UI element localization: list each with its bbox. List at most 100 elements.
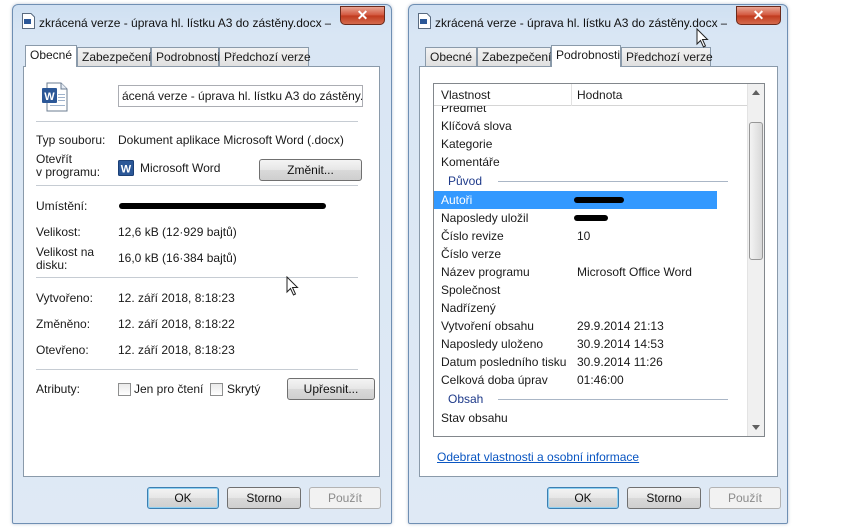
property-name: Číslo revize [441, 229, 504, 243]
property-group-label: Původ [448, 174, 483, 188]
property-name: Společnost [441, 283, 501, 297]
property-row[interactable]: Klíčová slova [434, 117, 748, 135]
scroll-up-icon[interactable] [752, 90, 760, 95]
property-value: Microsoft Office Word [577, 265, 692, 279]
tab-details[interactable]: Podrobnosti [551, 45, 621, 67]
apply-button[interactable]: Použít [709, 487, 781, 509]
cancel-button[interactable]: Storno [627, 487, 701, 509]
window-title: zkrácená verze - úprava hl. lístku A3 do… [435, 16, 727, 30]
svg-text:W: W [121, 164, 132, 176]
property-row[interactable]: Číslo verze [434, 245, 748, 263]
apply-button[interactable]: Použít [309, 487, 381, 509]
properties-list[interactable]: Vlastnost Hodnota Předmět Klíčová slova Ka… [433, 83, 765, 437]
property-value: 30.9.2014 11:26 [577, 355, 663, 369]
file-type-label: Typ souboru: [36, 133, 106, 147]
title-bar[interactable]: zkrácená verze - úprava hl. lístku A3 do… [13, 5, 391, 35]
hidden-label[interactable]: Skrytý [227, 383, 260, 396]
property-name: Vytvoření obsahu [441, 319, 534, 333]
modified-value: 12. září 2018, 8:18:22 [118, 317, 235, 331]
property-row[interactable]: Naposledy uloženo 30.9.2014 14:53 [434, 335, 748, 353]
property-row[interactable]: Autoři [434, 191, 717, 209]
divider [36, 277, 358, 278]
ok-button[interactable]: OK [147, 487, 219, 509]
scroll-down-icon[interactable] [752, 425, 760, 430]
column-header-property[interactable]: Vlastnost [436, 84, 572, 106]
property-group[interactable]: Obsah [434, 389, 748, 409]
word-app-icon: W [118, 160, 134, 176]
document-icon [22, 13, 35, 29]
property-row[interactable]: Datum posledního tisku 30.9.2014 11:26 [434, 353, 748, 371]
tab-previous-versions[interactable]: Předchozí verze [621, 47, 713, 67]
tab-security[interactable]: Zabezpečení [477, 47, 551, 67]
created-label: Vytvořeno: [36, 291, 93, 305]
close-button[interactable]: ✕ [340, 6, 385, 25]
property-row[interactable]: Vytvoření obsahu 29.9.2014 21:13 [434, 317, 748, 335]
advanced-button[interactable]: Upřesnit... [287, 378, 375, 400]
tab-general[interactable]: Obecné [25, 45, 77, 67]
properties-window-details: zkrácená verze - úprava hl. lístku A3 do… [408, 4, 788, 524]
tab-previous-versions[interactable]: Předchozí verze [219, 47, 311, 67]
close-button[interactable]: ✕ [736, 6, 781, 25]
property-name: Číslo verze [441, 247, 502, 261]
property-row[interactable]: Kategorie [434, 135, 748, 153]
properties-window-general: zkrácená verze - úprava hl. lístku A3 do… [12, 4, 392, 524]
property-name: Datum posledního tisku [441, 355, 567, 369]
window-title: zkrácená verze - úprava hl. lístku A3 do… [39, 16, 331, 30]
tab-security[interactable]: Zabezpečení [77, 47, 151, 67]
svg-text:W: W [44, 91, 55, 103]
readonly-label[interactable]: Jen pro čtení [134, 383, 203, 396]
vertical-scrollbar[interactable] [747, 84, 764, 436]
title-bar[interactable]: zkrácená verze - úprava hl. lístku A3 do… [409, 5, 787, 35]
ok-button[interactable]: OK [547, 487, 619, 509]
property-name: Stav obsahu [441, 411, 508, 425]
cancel-button[interactable]: Storno [227, 487, 301, 509]
opens-with-value: Microsoft Word [140, 161, 221, 175]
property-row[interactable]: Stav obsahu [434, 409, 748, 427]
close-icon: ✕ [752, 7, 765, 23]
list-body: Předmět Klíčová slova Kategorie Komentáře Pů… [434, 106, 748, 436]
property-group[interactable]: Původ [434, 171, 748, 191]
column-header-value[interactable]: Hodnota [572, 84, 748, 106]
attributes-label: Atributy: [36, 382, 81, 396]
accessed-label: Otevřeno: [36, 343, 89, 357]
scrollbar-thumb[interactable] [749, 122, 763, 260]
divider [36, 185, 358, 186]
property-row[interactable]: Komentáře [434, 153, 748, 171]
word-file-icon: W [42, 82, 68, 112]
size-label: Velikost: [36, 225, 81, 239]
list-header: Vlastnost Hodnota [434, 84, 748, 106]
property-row[interactable]: Předmět [434, 106, 748, 117]
mouse-cursor-icon [286, 276, 299, 296]
filename-input[interactable]: ácená verze - úprava hl. lístku A3 do zá… [118, 85, 363, 107]
property-name: Kategorie [441, 137, 493, 151]
property-name: Celková doba úprav [441, 373, 548, 387]
property-row[interactable]: Název programu Microsoft Office Word [434, 263, 748, 281]
property-name: Komentáře [441, 155, 500, 169]
property-row[interactable]: Společnost [434, 281, 748, 299]
created-value: 12. září 2018, 8:18:23 [118, 291, 235, 305]
property-value: 10 [577, 229, 591, 243]
readonly-checkbox[interactable] [118, 383, 131, 396]
details-tab-panel: Vlastnost Hodnota Předmět Klíčová slova Ka… [419, 66, 778, 477]
property-name: Nadřízený [441, 301, 496, 315]
tab-general[interactable]: Obecné [425, 47, 477, 67]
modified-label: Změněno: [36, 317, 91, 331]
remove-properties-link[interactable]: Odebrat vlastnosti a osobní informace [437, 450, 639, 464]
property-row[interactable]: Naposledy uložil [434, 209, 748, 227]
divider [36, 369, 358, 370]
change-button[interactable]: Změnit... [259, 159, 362, 181]
file-type-value: Dokument aplikace Microsoft Word (.docx) [118, 133, 344, 147]
property-row[interactable]: Číslo revize 10 [434, 227, 748, 245]
mouse-cursor-icon [696, 28, 709, 48]
property-name: Klíčová slova [441, 119, 512, 133]
size-on-disk-label-2: disku: [36, 258, 68, 272]
property-row[interactable]: Nadřízený [434, 299, 748, 317]
property-value: 01:46:00 [577, 373, 624, 387]
group-divider [498, 181, 728, 182]
property-row[interactable]: Celková doba úprav 01:46:00 [434, 371, 748, 389]
divider [36, 121, 358, 122]
hidden-checkbox[interactable] [210, 383, 223, 396]
tab-details[interactable]: Podrobnosti [151, 47, 220, 67]
size-on-disk-value: 16,0 kB (16·384 bajtů) [118, 251, 237, 265]
property-group-label: Obsah [448, 392, 484, 406]
